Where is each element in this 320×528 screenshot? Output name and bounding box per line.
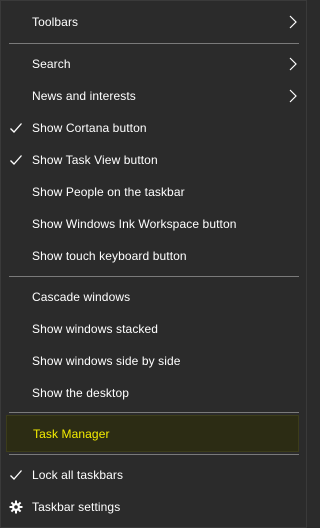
- checkmark-icon: [10, 470, 22, 480]
- menu-item-label: Search: [32, 57, 71, 71]
- menu-item-label: Show People on the taskbar: [32, 185, 185, 199]
- chevron-right-icon: [289, 57, 297, 71]
- menu-item-label: Show windows stacked: [32, 322, 159, 336]
- menu-item-show-cortana-button[interactable]: Show Cortana button: [1, 112, 306, 144]
- menu-item-show-task-view-button[interactable]: Show Task View button: [1, 144, 306, 176]
- menu-item-show-the-desktop[interactable]: Show the desktop: [1, 377, 306, 409]
- menu-separator: [9, 454, 299, 455]
- menu-item-label: Show Cortana button: [32, 121, 147, 135]
- menu-item-lock-all-taskbars[interactable]: Lock all taskbars: [1, 459, 306, 491]
- menu-item-news-and-interests[interactable]: News and interests: [1, 80, 306, 112]
- checkmark-icon: [10, 123, 22, 133]
- menu-item-show-windows-stacked[interactable]: Show windows stacked: [1, 313, 306, 345]
- menu-separator: [9, 276, 299, 277]
- menu-item-label: Lock all taskbars: [32, 468, 124, 482]
- menu-item-label: Show touch keyboard button: [32, 249, 187, 263]
- chevron-right-icon: [289, 89, 297, 103]
- chevron-right-icon: [289, 15, 297, 29]
- menu-item-show-windows-side-by-side[interactable]: Show windows side by side: [1, 345, 306, 377]
- gear-icon: [9, 500, 23, 514]
- menu-item-taskbar-settings[interactable]: Taskbar settings: [1, 491, 306, 523]
- menu-item-cascade-windows[interactable]: Cascade windows: [1, 281, 306, 313]
- menu-item-label: Show the desktop: [32, 386, 129, 400]
- taskbar-context-menu: Toolbars Search News and interests Show …: [0, 0, 307, 528]
- menu-separator: [9, 43, 299, 44]
- menu-item-show-people-on-taskbar[interactable]: Show People on the taskbar: [1, 176, 306, 208]
- menu-item-task-manager[interactable]: Task Manager: [6, 415, 299, 452]
- menu-separator: [9, 412, 299, 413]
- menu-item-search[interactable]: Search: [1, 48, 306, 80]
- menu-item-label: Show windows side by side: [32, 354, 181, 368]
- menu-item-label: Toolbars: [32, 15, 79, 29]
- checkmark-icon: [10, 155, 22, 165]
- menu-item-label: Show Task View button: [32, 153, 158, 167]
- menu-item-toolbars[interactable]: Toolbars: [1, 6, 306, 38]
- menu-item-label: Task Manager: [33, 426, 110, 441]
- menu-item-label: Show Windows Ink Workspace button: [32, 217, 237, 231]
- menu-item-show-touch-keyboard-button[interactable]: Show touch keyboard button: [1, 240, 306, 272]
- menu-item-label: News and interests: [32, 89, 136, 103]
- menu-item-label: Cascade windows: [32, 290, 131, 304]
- menu-item-show-windows-ink-workspace-button[interactable]: Show Windows Ink Workspace button: [1, 208, 306, 240]
- menu-item-label: Taskbar settings: [32, 500, 121, 514]
